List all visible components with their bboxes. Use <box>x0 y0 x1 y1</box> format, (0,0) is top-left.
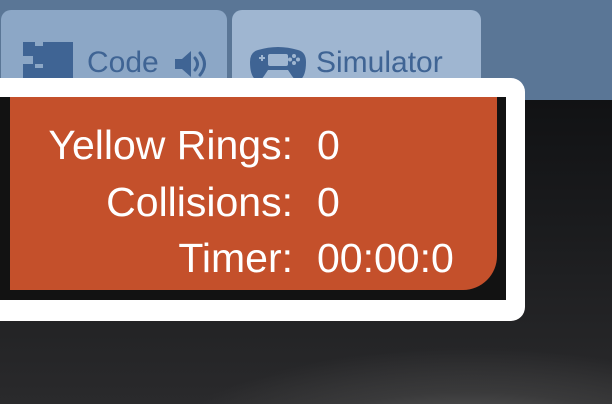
tab-simulator-label: Simulator <box>316 46 443 79</box>
stat-value: 0 <box>317 122 340 168</box>
stat-value: 0 <box>317 179 340 225</box>
stat-collisions: Collisions: 0 <box>10 177 476 227</box>
stat-timer: Timer: 00:00:0 <box>10 233 476 283</box>
stat-yellow-rings: Yellow Rings: 0 <box>10 120 476 170</box>
speaker-icon[interactable] <box>173 48 211 80</box>
stat-label: Yellow Rings: <box>48 122 293 168</box>
stat-label: Timer: <box>178 235 293 281</box>
stat-value: 00:00:0 <box>317 235 454 281</box>
stat-label: Collisions: <box>106 179 293 225</box>
tab-code-label: Code <box>87 46 159 79</box>
